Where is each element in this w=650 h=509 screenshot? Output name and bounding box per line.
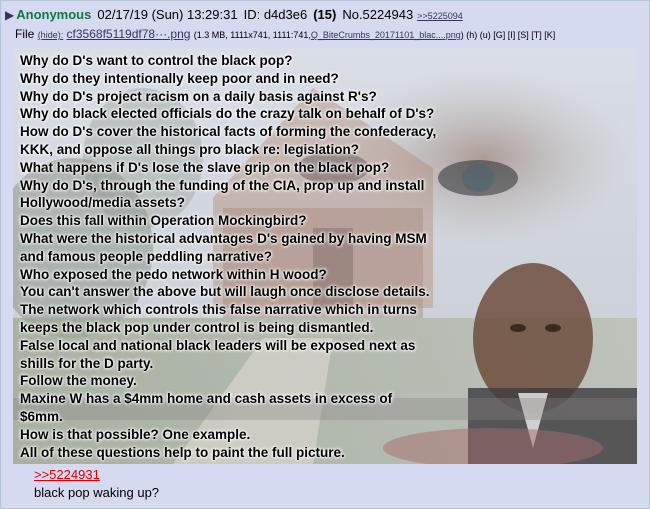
caption-line: Follow the money. xyxy=(20,373,137,389)
caption-line: Does this fall within Operation Mockingb… xyxy=(20,213,307,229)
caption-line: You can't answer the above but will laug… xyxy=(20,284,430,300)
caption-line: What happens if D's lose the slave grip … xyxy=(20,159,390,175)
poster-post-count: (15) xyxy=(313,7,337,22)
caption-line: What were the historical advantages D's … xyxy=(20,230,427,246)
post-header: ▶ Anonymous 02/17/19 (Sun) 13:29:31 ID: d4d… xyxy=(5,7,463,24)
caption-line: Who exposed the pedo network within H wo… xyxy=(20,266,327,282)
caption-line: Why do D's want to control the black pop… xyxy=(20,53,293,68)
post-menu-arrow-icon[interactable]: ▶ xyxy=(5,8,14,22)
file-label: File xyxy=(15,27,35,41)
image-caption-text: Why do D's want to control the black pop… xyxy=(20,52,436,461)
file-search-links[interactable]: ) (h) (u) [G] [I] [S] [T] [K] xyxy=(461,30,556,40)
caption-line: Maxine W has a $4mm home and cash assets… xyxy=(20,391,393,407)
poster-name: Anonymous xyxy=(16,7,92,22)
caption-line: How do D's cover the historical facts of… xyxy=(20,124,437,140)
caption-line: shills for the D party. xyxy=(20,355,154,371)
caption-line: and famous people peddling narrative? xyxy=(20,248,273,264)
caption-line: $6mm. xyxy=(20,408,63,424)
caption-line: Why do they intentionally keep poor and … xyxy=(20,70,339,86)
caption-line: Why do D's project racism on a daily bas… xyxy=(20,88,377,104)
poster-id[interactable]: ID: d4d3e6 xyxy=(244,7,308,22)
file-info: File (hide): cf3568f5119df78···.png (1.3… xyxy=(15,26,555,43)
reply-backlink[interactable]: >>5225094 xyxy=(417,11,463,21)
post-container: ▶ Anonymous 02/17/19 (Sun) 13:29:31 ID: d4d… xyxy=(0,0,650,509)
caption-line: KKK, and oppose all things pro black re:… xyxy=(20,141,360,157)
file-original-name[interactable]: Q_BiteCrumbs_20171101_blac....png xyxy=(311,30,461,40)
hide-file-link[interactable]: (hide): xyxy=(38,30,64,40)
caption-line: The network which controls this false na… xyxy=(20,302,417,318)
caption-line: All of these questions help to paint the… xyxy=(20,444,345,460)
quote-link[interactable]: >>5224931 xyxy=(34,467,100,482)
caption-line: Why do D's, through the funding of the C… xyxy=(20,177,425,193)
caption-line: keeps the black pop under control is bei… xyxy=(20,319,374,335)
caption-line: False local and national black leaders w… xyxy=(20,337,416,353)
post-number-link[interactable]: No.5224943 xyxy=(342,7,413,22)
caption-line: Hollywood/media assets? xyxy=(20,195,186,211)
caption-line: How is that possible? One example. xyxy=(20,426,251,442)
post-message: black pop waking up? xyxy=(34,485,160,500)
caption-line: Why do black elected officials do the cr… xyxy=(20,106,435,122)
file-name-link[interactable]: cf3568f5119df78···.png xyxy=(67,27,191,41)
post-datetime: 02/17/19 (Sun) 13:29:31 xyxy=(97,7,238,22)
post-image[interactable]: Why do D's want to control the black pop… xyxy=(13,48,637,464)
file-meta: (1.3 MB, 1111x741, 1111:741, xyxy=(193,30,311,40)
